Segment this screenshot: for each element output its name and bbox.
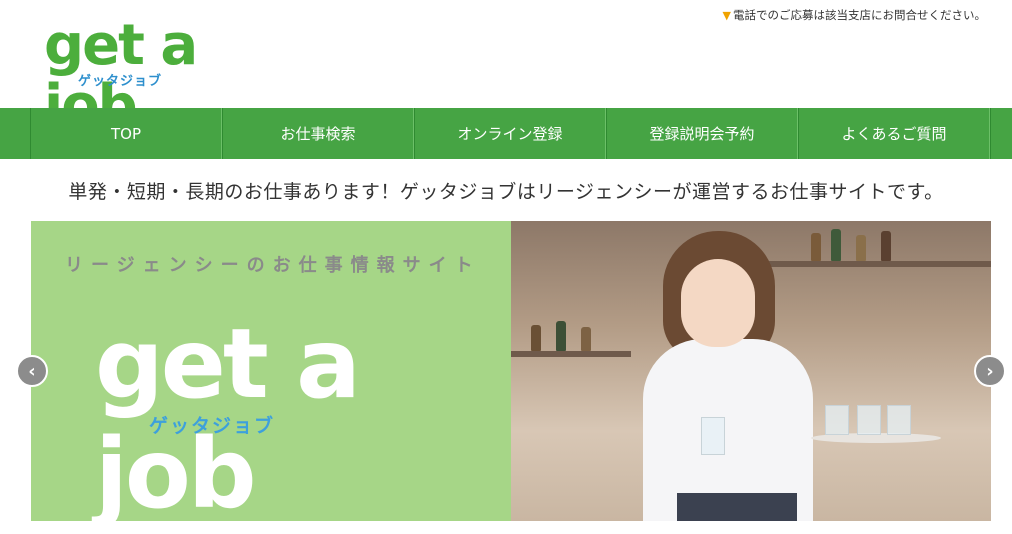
slider-prev-button[interactable]: ‹	[16, 355, 48, 387]
phone-notice: ▼ 電話でのご応募は該当支店にお問合せください。	[723, 7, 986, 23]
bottle	[881, 231, 891, 261]
nav-item-online-registration[interactable]: オンライン登録	[414, 108, 606, 159]
chevron-left-icon: ‹	[28, 360, 36, 382]
site-header: get a job ゲッタジョブ ▼ 電話でのご応募は該当支店にお問合せください。	[0, 0, 1012, 136]
site-tagline: 単発・短期・長期のお仕事あります！ゲッタジョブはリージェンシーが運営するお仕事サ…	[68, 180, 944, 203]
shelf	[761, 261, 991, 267]
woman-apron	[677, 493, 797, 521]
phone-notice-text: 電話でのご応募は該当支店にお問合せください。	[733, 8, 986, 22]
woman-face	[681, 259, 755, 347]
slider-next-button[interactable]: ›	[974, 355, 1006, 387]
slide-photo	[511, 221, 991, 521]
shelf	[511, 351, 631, 357]
bottle	[556, 321, 566, 351]
glass	[857, 405, 881, 435]
global-nav: TOP お仕事検索 オンライン登録 登録説明会予約 よくあるご質問	[0, 108, 1012, 159]
site-logo[interactable]: get a job ゲッタジョブ	[44, 16, 264, 136]
glass	[701, 417, 725, 455]
bottle	[581, 327, 591, 351]
slide-logo-kana: ゲッタジョブ	[149, 415, 276, 437]
nav-item-session-reservation[interactable]: 登録説明会予約	[606, 108, 798, 159]
glass	[887, 405, 911, 435]
nav-item-faq[interactable]: よくあるご質問	[798, 108, 990, 159]
logo-kana: ゲッタジョブ	[78, 74, 163, 89]
triangle-down-icon: ▼	[722, 9, 731, 22]
bottle	[811, 233, 821, 261]
bottle	[531, 325, 541, 351]
chevron-right-icon: ›	[986, 360, 994, 382]
bottle	[831, 229, 841, 261]
slide-subtitle: リージェンシーのお仕事情報サイト	[65, 255, 481, 276]
bottle	[856, 235, 866, 261]
nav-divider	[990, 108, 1011, 159]
glass	[825, 405, 849, 435]
nav-item-job-search[interactable]: お仕事検索	[222, 108, 414, 159]
nav-item-top[interactable]: TOP	[30, 108, 222, 159]
slide-banner: リージェンシーのお仕事情報サイト get a job ゲッタジョブ	[31, 221, 511, 521]
hero-slider[interactable]: リージェンシーのお仕事情報サイト get a job ゲッタジョブ	[31, 221, 991, 521]
